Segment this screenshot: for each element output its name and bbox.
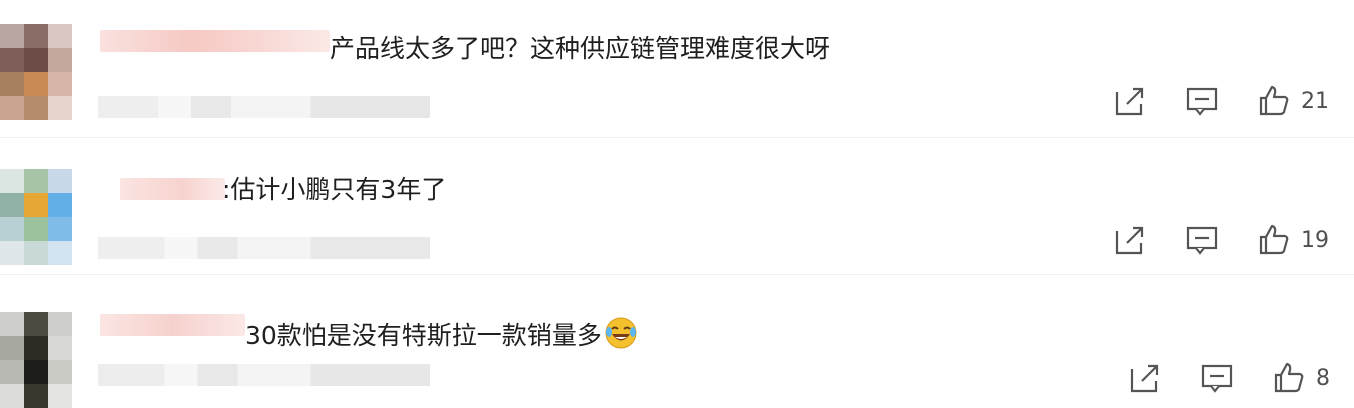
thumbs-up-icon[interactable] xyxy=(1272,361,1306,395)
comment-item: :估计小鹏只有3年了 19 xyxy=(0,137,1354,274)
username-blurred[interactable] xyxy=(100,30,330,52)
avatar-pixel xyxy=(0,360,24,384)
avatar-pixel xyxy=(0,336,24,360)
like-count: 19 xyxy=(1301,227,1329,253)
comment-text: 产品线太多了吧？这种供应链管理难度很大呀 xyxy=(330,34,831,63)
avatar-pixel xyxy=(48,217,72,241)
avatar-pixel xyxy=(48,312,72,336)
avatar-pixel xyxy=(48,241,72,265)
like-count: 8 xyxy=(1316,365,1330,391)
share-icon[interactable] xyxy=(1113,84,1147,118)
avatar-pixel xyxy=(0,48,24,72)
avatar-pixel xyxy=(48,169,72,193)
avatar-pixel xyxy=(0,193,24,217)
comment-meta-blurred xyxy=(98,364,430,386)
avatar-pixel xyxy=(48,193,72,217)
comment-actions: 21 xyxy=(1113,84,1329,118)
username-blurred[interactable] xyxy=(100,314,245,336)
comment-meta-blurred xyxy=(98,96,430,118)
avatar-pixel xyxy=(0,24,24,48)
thumbs-up-icon[interactable] xyxy=(1257,223,1291,257)
avatar-pixel xyxy=(24,24,48,48)
avatar-pixel xyxy=(0,312,24,336)
avatar-pixel xyxy=(24,217,48,241)
avatar-pixel xyxy=(24,72,48,96)
avatar-pixel xyxy=(48,24,72,48)
reply-icon[interactable] xyxy=(1185,223,1219,257)
comment-item: 30款怕是没有特斯拉一款销量多 8 xyxy=(0,274,1354,408)
share-icon[interactable] xyxy=(1113,223,1147,257)
avatar-pixel xyxy=(48,336,72,360)
avatar-pixel xyxy=(24,360,48,384)
comment-text: :估计小鹏只有3年了 xyxy=(222,175,447,204)
username-blurred[interactable] xyxy=(120,178,225,200)
avatar-pixel xyxy=(24,48,48,72)
avatar-pixel xyxy=(0,384,24,408)
avatar-pixel xyxy=(48,384,72,408)
avatar-pixel xyxy=(24,336,48,360)
comment-actions: 8 xyxy=(1128,361,1330,395)
avatar-pixel xyxy=(0,241,24,265)
avatar-pixel xyxy=(48,360,72,384)
comment-text-content: 30款怕是没有特斯拉一款销量多 xyxy=(245,321,602,350)
reply-icon[interactable] xyxy=(1185,84,1219,118)
avatar-pixel xyxy=(48,72,72,96)
comment-actions: 19 xyxy=(1113,223,1329,257)
avatar[interactable] xyxy=(0,169,72,265)
avatar[interactable] xyxy=(0,24,72,120)
avatar-pixel xyxy=(24,193,48,217)
avatar-pixel xyxy=(0,169,24,193)
avatar-pixel xyxy=(0,217,24,241)
avatar-pixel xyxy=(24,96,48,120)
avatar-pixel xyxy=(24,241,48,265)
avatar-pixel xyxy=(48,96,72,120)
thumbs-up-icon[interactable] xyxy=(1257,84,1291,118)
comment-meta-blurred xyxy=(98,237,430,259)
avatar-pixel xyxy=(24,169,48,193)
avatar[interactable] xyxy=(0,312,72,408)
share-icon[interactable] xyxy=(1128,361,1162,395)
comment-item: 产品线太多了吧？这种供应链管理难度很大呀 21 xyxy=(0,0,1354,137)
reply-icon[interactable] xyxy=(1200,361,1234,395)
avatar-pixel xyxy=(24,384,48,408)
comment-text: 30款怕是没有特斯拉一款销量多 xyxy=(245,316,638,351)
like-count: 21 xyxy=(1301,88,1329,114)
avatar-pixel xyxy=(0,96,24,120)
avatar-pixel xyxy=(0,72,24,96)
laughing-tears-emoji xyxy=(605,317,637,349)
avatar-pixel xyxy=(48,48,72,72)
avatar-pixel xyxy=(24,312,48,336)
